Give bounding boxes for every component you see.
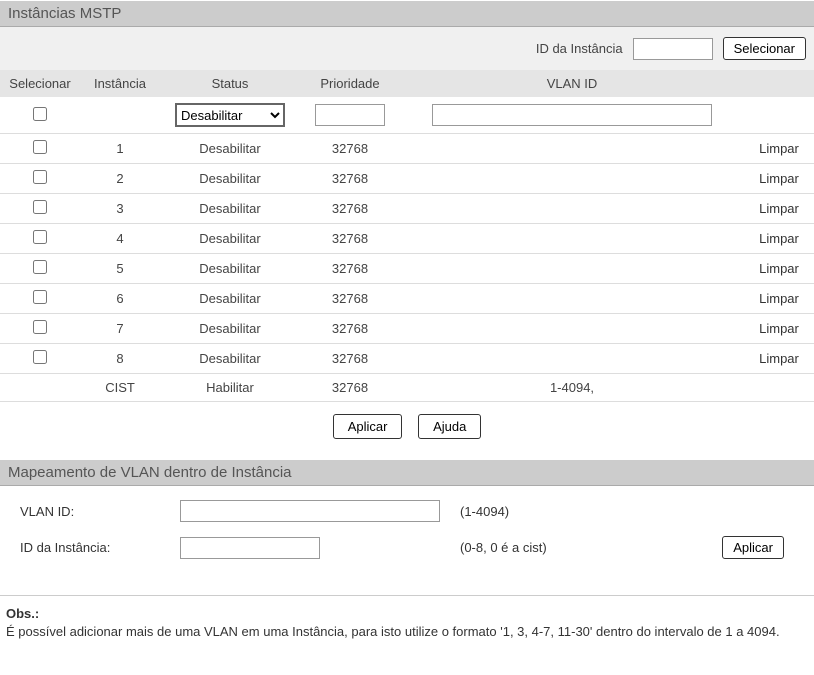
row-vlan: [400, 194, 744, 224]
clear-link[interactable]: Limpar: [759, 171, 799, 186]
row-checkbox[interactable]: [33, 200, 47, 214]
row-checkbox[interactable]: [33, 260, 47, 274]
row-status: Desabilitar: [160, 224, 300, 254]
vlan-filter-input[interactable]: [432, 104, 712, 126]
cist-instance: CIST: [80, 374, 160, 402]
cist-row: CIST Habilitar 32768 1-4094,: [0, 374, 814, 402]
cist-vlan: 1-4094,: [400, 374, 744, 402]
instance-id-label: ID da Instância: [536, 41, 623, 56]
row-checkbox[interactable]: [33, 320, 47, 334]
row-priority: 32768: [300, 344, 400, 374]
row-status: Desabilitar: [160, 254, 300, 284]
action-buttons-row: Aplicar Ajuda: [0, 402, 814, 459]
th-vlan: VLAN ID: [400, 70, 744, 97]
th-clear: [744, 70, 814, 97]
row-vlan: [400, 254, 744, 284]
row-checkbox[interactable]: [33, 140, 47, 154]
clear-link[interactable]: Limpar: [759, 351, 799, 366]
table-row: 4 Desabilitar 32768 Limpar: [0, 224, 814, 254]
row-priority: 32768: [300, 164, 400, 194]
vlan-hint: (1-4094): [460, 504, 509, 519]
mapping-instance-label: ID da Instância:: [20, 540, 180, 555]
row-instance: 6: [80, 284, 160, 314]
row-priority: 32768: [300, 284, 400, 314]
mapping-vlan-input[interactable]: [180, 500, 440, 522]
table-row: 8 Desabilitar 32768 Limpar: [0, 344, 814, 374]
mapping-instance-input[interactable]: [180, 537, 320, 559]
row-vlan: [400, 314, 744, 344]
table-row: 1 Desabilitar 32768 Limpar: [0, 134, 814, 164]
th-instance: Instância: [80, 70, 160, 97]
help-button[interactable]: Ajuda: [418, 414, 481, 439]
obs-title: Obs.:: [6, 606, 808, 621]
instance-id-input[interactable]: [633, 38, 713, 60]
row-instance: 3: [80, 194, 160, 224]
row-status: Desabilitar: [160, 164, 300, 194]
th-select: Selecionar: [0, 70, 80, 97]
table-row: 2 Desabilitar 32768 Limpar: [0, 164, 814, 194]
clear-link[interactable]: Limpar: [759, 141, 799, 156]
observation-block: Obs.: É possível adicionar mais de uma V…: [0, 595, 814, 651]
row-checkbox[interactable]: [33, 170, 47, 184]
row-vlan: [400, 284, 744, 314]
row-status: Desabilitar: [160, 314, 300, 344]
clear-link[interactable]: Limpar: [759, 231, 799, 246]
select-all-checkbox[interactable]: [33, 107, 47, 121]
table-row: 5 Desabilitar 32768 Limpar: [0, 254, 814, 284]
status-select[interactable]: Desabilitar: [175, 103, 285, 127]
row-priority: 32768: [300, 134, 400, 164]
row-instance: 5: [80, 254, 160, 284]
row-instance: 4: [80, 224, 160, 254]
th-status: Status: [160, 70, 300, 97]
priority-filter-input[interactable]: [315, 104, 385, 126]
select-instance-button[interactable]: Selecionar: [723, 37, 806, 60]
row-instance: 8: [80, 344, 160, 374]
row-status: Desabilitar: [160, 134, 300, 164]
cist-priority: 32768: [300, 374, 400, 402]
mstp-instances-table: Selecionar Instância Status Prioridade V…: [0, 70, 814, 402]
row-vlan: [400, 344, 744, 374]
row-instance: 7: [80, 314, 160, 344]
clear-link[interactable]: Limpar: [759, 261, 799, 276]
row-priority: 32768: [300, 254, 400, 284]
row-status: Desabilitar: [160, 284, 300, 314]
row-vlan: [400, 164, 744, 194]
row-instance: 1: [80, 134, 160, 164]
row-checkbox[interactable]: [33, 290, 47, 304]
section-title-mapping: Mapeamento de VLAN dentro de Instância: [0, 459, 814, 486]
section-title-mstp: Instâncias MSTP: [0, 0, 814, 27]
row-vlan: [400, 134, 744, 164]
table-row: 3 Desabilitar 32768 Limpar: [0, 194, 814, 224]
th-priority: Prioridade: [300, 70, 400, 97]
clear-link[interactable]: Limpar: [759, 201, 799, 216]
filter-row: Desabilitar: [0, 97, 814, 134]
row-status: Desabilitar: [160, 344, 300, 374]
row-vlan: [400, 224, 744, 254]
row-instance: 2: [80, 164, 160, 194]
row-priority: 32768: [300, 194, 400, 224]
table-row: 7 Desabilitar 32768 Limpar: [0, 314, 814, 344]
mapping-apply-button[interactable]: Aplicar: [722, 536, 784, 559]
row-priority: 32768: [300, 224, 400, 254]
clear-link[interactable]: Limpar: [759, 291, 799, 306]
vlan-mapping-form: VLAN ID: (1-4094) ID da Instância: (0-8,…: [0, 486, 814, 587]
apply-button[interactable]: Aplicar: [333, 414, 403, 439]
row-checkbox[interactable]: [33, 230, 47, 244]
instance-id-selector-row: ID da Instância Selecionar: [0, 27, 814, 70]
mapping-vlan-label: VLAN ID:: [20, 504, 180, 519]
obs-text: É possível adicionar mais de uma VLAN em…: [6, 623, 808, 641]
clear-link[interactable]: Limpar: [759, 321, 799, 336]
cist-status: Habilitar: [160, 374, 300, 402]
row-priority: 32768: [300, 314, 400, 344]
instance-hint: (0-8, 0 é a cist): [460, 540, 547, 555]
row-checkbox[interactable]: [33, 350, 47, 364]
row-status: Desabilitar: [160, 194, 300, 224]
table-row: 6 Desabilitar 32768 Limpar: [0, 284, 814, 314]
